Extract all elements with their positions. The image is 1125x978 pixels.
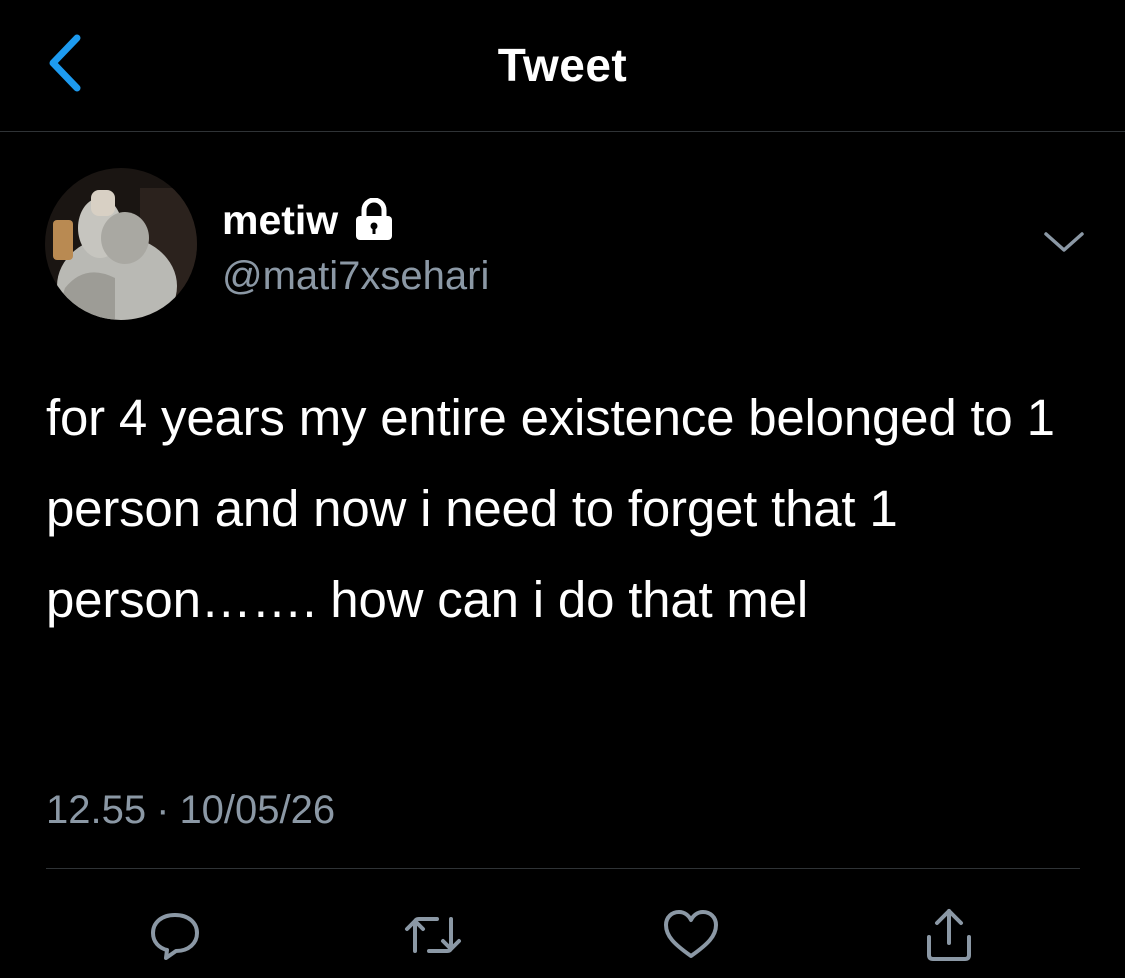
chevron-down-icon: [1042, 228, 1086, 261]
display-name-row[interactable]: metiw: [222, 196, 394, 244]
tweet-date: 10/05/26: [179, 788, 336, 832]
share-button[interactable]: [914, 900, 984, 970]
reply-icon: [147, 907, 203, 963]
share-icon: [921, 905, 977, 965]
nav-header: Tweet: [0, 0, 1125, 132]
tweet-text: for 4 years my entire existence belonged…: [46, 389, 1055, 628]
reply-button[interactable]: [140, 900, 210, 970]
like-button[interactable]: [656, 900, 726, 970]
user-handle[interactable]: @mati7xsehari: [222, 252, 489, 300]
heart-icon: [662, 908, 720, 962]
tweet-timestamp[interactable]: 12.55 · 10/05/26: [46, 786, 335, 834]
retweet-button[interactable]: [398, 900, 468, 970]
retweet-icon: [401, 907, 465, 963]
tweet-author: metiw @mati7xsehari: [0, 160, 1125, 330]
tweet-action-bar: [0, 900, 1125, 970]
page-title: Tweet: [497, 39, 628, 91]
divider: [46, 868, 1080, 869]
tweet-menu-button[interactable]: [1036, 222, 1092, 266]
avatar[interactable]: [45, 168, 197, 320]
tweet-time: 12.55: [46, 788, 147, 832]
display-name: metiw: [222, 197, 339, 243]
lock-icon: [354, 198, 394, 242]
timestamp-separator: ·: [156, 788, 170, 832]
